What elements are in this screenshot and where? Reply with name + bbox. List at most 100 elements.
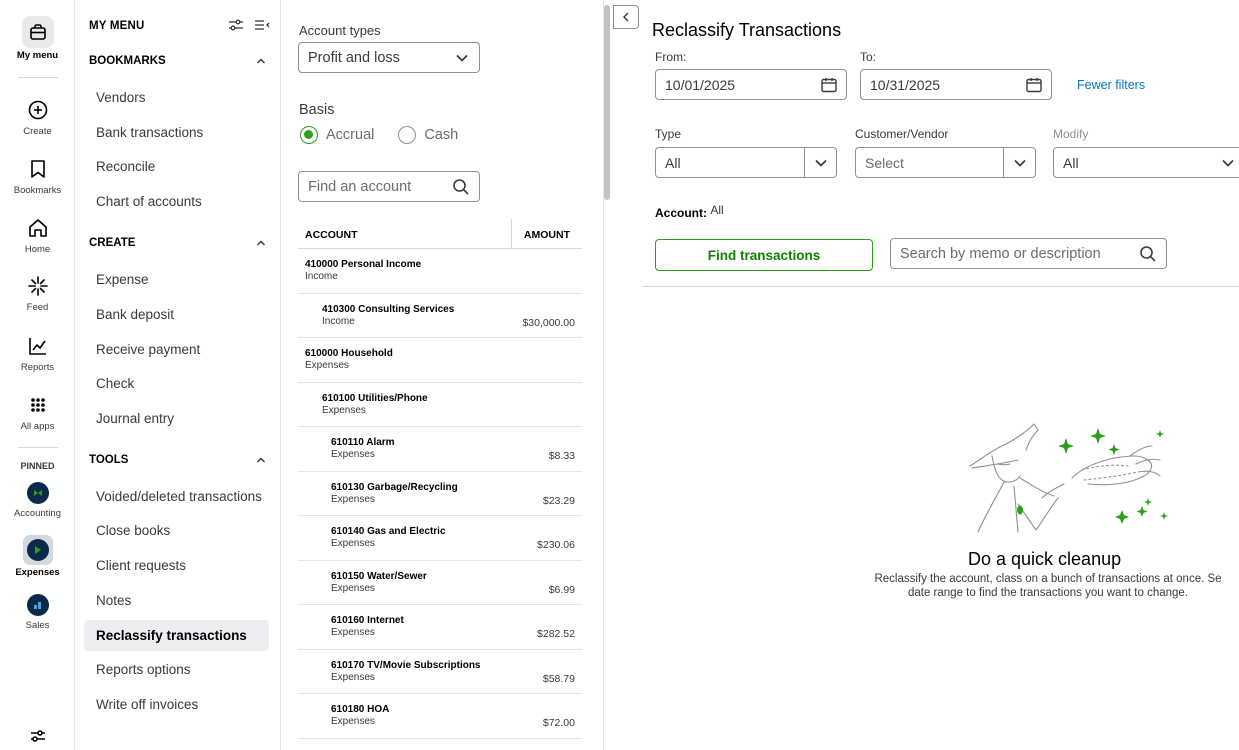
modify-select[interactable]: All bbox=[1053, 147, 1239, 178]
menu-item-check[interactable]: Check bbox=[84, 368, 269, 399]
type-value: All bbox=[665, 154, 681, 171]
menu-item-bank-transactions[interactable]: Bank transactions bbox=[84, 117, 269, 148]
memo-search-input[interactable]: Search by memo or description bbox=[890, 238, 1167, 269]
chevron-down-icon bbox=[1013, 159, 1026, 167]
collapse-menu-icon[interactable] bbox=[254, 18, 270, 32]
account-name: 610170 TV/Movie Subscriptions bbox=[331, 659, 481, 671]
account-type: Income bbox=[322, 315, 355, 327]
menu-item-receive-payment[interactable]: Receive payment bbox=[84, 334, 269, 365]
empty-state-line-1: Reclassify the account, class on a bunch… bbox=[874, 573, 1222, 585]
account-filter-value[interactable]: All bbox=[710, 203, 723, 217]
sales-app-icon bbox=[26, 594, 49, 616]
menu-item-client-requests[interactable]: Client requests bbox=[84, 550, 269, 581]
section-title: CREATE bbox=[89, 237, 136, 249]
calendar-icon[interactable] bbox=[1025, 76, 1043, 94]
fewer-filters-link[interactable]: Fewer filters bbox=[1077, 78, 1145, 92]
section-header-bookmarks[interactable]: BOOKMARKS bbox=[89, 55, 267, 67]
section-header-create[interactable]: CREATE bbox=[89, 237, 267, 249]
account-type: Expenses bbox=[322, 404, 366, 416]
menu-item-chart-of-accounts[interactable]: Chart of accounts bbox=[84, 186, 269, 217]
account-type: Expenses bbox=[331, 449, 375, 460]
line-chart-icon bbox=[28, 338, 46, 355]
account-types-select[interactable]: Profit and loss bbox=[298, 42, 480, 73]
from-label: From: bbox=[655, 50, 687, 64]
rail-label: Bookmarks bbox=[13, 185, 62, 196]
rail-item-sales[interactable]: Sales bbox=[0, 594, 75, 631]
find-account-input[interactable]: Find an account bbox=[298, 171, 480, 202]
menu-item-reconcile[interactable]: Reconcile bbox=[84, 151, 269, 182]
search-icon bbox=[1140, 245, 1156, 262]
account-amount: $72.00 bbox=[542, 717, 575, 729]
table-row[interactable]: 610100 Utilities/Phone Expenses bbox=[298, 383, 582, 427]
account-amount: $230.06 bbox=[537, 539, 575, 551]
rail-item-home[interactable]: Home bbox=[0, 216, 75, 255]
account-name: 610180 HOA bbox=[331, 704, 390, 715]
table-row[interactable]: 610110 Alarm Expenses $8.33 bbox=[298, 427, 582, 472]
menu-item-close-books[interactable]: Close books bbox=[84, 515, 269, 546]
rail-item-expenses[interactable]: Expenses bbox=[0, 535, 75, 578]
account-name: 410300 Consulting Services bbox=[322, 303, 455, 315]
from-date-input[interactable]: 10/01/2025 bbox=[655, 69, 847, 100]
column-header-account[interactable]: ACCOUNT bbox=[305, 229, 358, 241]
menu-item-bank-deposit[interactable]: Bank deposit bbox=[84, 299, 269, 330]
account-type: Expenses bbox=[331, 716, 375, 727]
rail-item-accounting[interactable]: Accounting bbox=[0, 482, 75, 519]
calendar-icon[interactable] bbox=[820, 76, 838, 94]
type-select[interactable]: All bbox=[655, 147, 837, 178]
account-name: 610140 Gas and Electric bbox=[331, 526, 446, 537]
account-name: 610130 Garbage/Recycling bbox=[331, 481, 458, 493]
menu-item-notes[interactable]: Notes bbox=[84, 585, 269, 616]
menu-item-reports-options[interactable]: Reports options bbox=[84, 654, 269, 685]
account-name: 610100 Utilities/Phone bbox=[322, 392, 428, 404]
menu-item-journal-entry[interactable]: Journal entry bbox=[84, 403, 269, 434]
account-name: 610000 Household bbox=[305, 348, 393, 359]
settings-sliders-icon[interactable] bbox=[29, 728, 47, 744]
table-row[interactable]: 610180 HOA Expenses $72.00 bbox=[298, 694, 582, 739]
rail-item-reports[interactable]: Reports bbox=[0, 334, 75, 373]
chevron-up-icon bbox=[256, 457, 266, 463]
accrual-radio[interactable] bbox=[300, 126, 318, 144]
reclassify-main: Reclassify Transactions From: 10/01/2025… bbox=[612, 0, 1239, 750]
collapse-panel-button[interactable] bbox=[613, 5, 639, 29]
column-header-amount[interactable]: AMOUNT bbox=[524, 229, 570, 241]
chevron-down-icon bbox=[456, 54, 468, 62]
rail-item-feed[interactable]: Feed bbox=[0, 274, 75, 313]
section-title: BOOKMARKS bbox=[89, 55, 166, 67]
rail-item-bookmarks[interactable]: Bookmarks bbox=[0, 157, 75, 196]
empty-state-title: Do a quick cleanup bbox=[968, 549, 1122, 569]
account-types-label: Account types bbox=[299, 23, 381, 38]
table-row[interactable]: 610130 Garbage/Recycling Expenses $23.29 bbox=[298, 472, 582, 516]
rail-divider bbox=[18, 447, 58, 448]
rail-item-create[interactable]: Create bbox=[0, 98, 75, 137]
table-row[interactable]: 610140 Gas and Electric Expenses $230.06 bbox=[298, 516, 582, 561]
cleanup-illustration bbox=[969, 423, 1168, 533]
customer-vendor-select[interactable]: Select bbox=[855, 147, 1036, 178]
table-row[interactable]: 410000 Personal Income Income bbox=[298, 249, 582, 294]
account-types-value: Profit and loss bbox=[308, 49, 400, 66]
rail-label: My menu bbox=[16, 50, 59, 61]
account-amount: $30,000.00 bbox=[522, 316, 575, 329]
section-header-tools[interactable]: TOOLS bbox=[89, 454, 267, 466]
cash-radio[interactable] bbox=[398, 126, 417, 144]
account-name: 610150 Water/Sewer bbox=[331, 570, 427, 582]
find-transactions-button[interactable]: Find transactions bbox=[655, 239, 873, 271]
customize-sliders-icon[interactable] bbox=[228, 18, 244, 32]
menu-item-write-off-invoices[interactable]: Write off invoices bbox=[84, 689, 269, 720]
rail-item-all-apps[interactable]: All apps bbox=[0, 393, 75, 432]
menu-item-voided-deleted-transactions[interactable]: Voided/deleted transactions bbox=[84, 481, 269, 512]
account-name: 610110 Alarm bbox=[331, 437, 395, 448]
table-row[interactable]: 410300 Consulting Services Income $30,000.… bbox=[298, 294, 582, 338]
table-row[interactable]: 610170 TV/Movie Subscriptions Expenses $58… bbox=[298, 650, 582, 694]
table-row[interactable]: 610000 Household Expenses bbox=[298, 338, 582, 383]
rail-item-my-menu[interactable]: My menu bbox=[0, 16, 75, 61]
to-date-input[interactable]: 10/31/2025 bbox=[860, 69, 1052, 100]
table-row[interactable]: 610160 Internet Expenses $282.52 bbox=[298, 605, 582, 650]
empty-state-description: Reclassify the account, class on a bunch… bbox=[848, 572, 1239, 600]
table-row[interactable]: 610150 Water/Sewer Expenses $6.99 bbox=[298, 561, 582, 605]
briefcase-icon bbox=[29, 24, 46, 40]
menu-item-vendors[interactable]: Vendors bbox=[84, 82, 269, 113]
menu-item-expense[interactable]: Expense bbox=[84, 264, 269, 295]
from-date-value: 10/01/2025 bbox=[665, 76, 736, 93]
account-panel-scrollbar[interactable] bbox=[604, 5, 610, 200]
menu-item-reclassify-transactions[interactable]: Reclassify transactions bbox=[84, 620, 269, 651]
